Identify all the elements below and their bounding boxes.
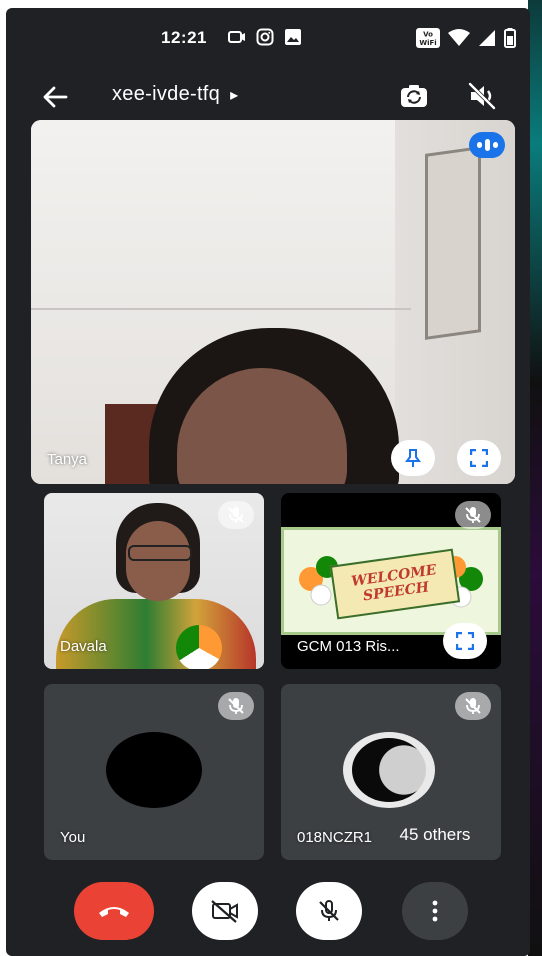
participant-name: Tanya xyxy=(47,451,88,468)
switch-camera-icon[interactable] xyxy=(398,80,430,112)
gallery-icon xyxy=(285,29,301,45)
avatar xyxy=(106,732,202,808)
more-options-button[interactable] xyxy=(402,882,468,940)
fullscreen-icon xyxy=(456,632,474,650)
svg-text:WiFi: WiFi xyxy=(419,39,436,47)
speaker-off-icon[interactable] xyxy=(466,80,498,112)
more-vert-icon xyxy=(432,900,438,922)
rosette-badge xyxy=(176,625,222,669)
meet-screen: 12:21 Vo WiFi xee-ivde-tfq ▸ Tanya Daval… xyxy=(6,8,530,956)
vowifi-icon: VoWiFi xyxy=(416,28,440,48)
call-controls xyxy=(6,876,530,956)
meeting-header: xee-ivde-tfq ▸ xyxy=(6,68,530,124)
svg-text:Vo: Vo xyxy=(423,31,433,39)
pin-button[interactable] xyxy=(391,440,435,476)
fullscreen-button[interactable] xyxy=(457,440,501,476)
mic-toggle-button[interactable] xyxy=(296,882,362,940)
participant-name: GCM 013 Ris... xyxy=(297,638,400,655)
participant-name: You xyxy=(60,829,86,846)
instagram-icon xyxy=(256,28,274,46)
participant-name: 018NCZR1 xyxy=(297,829,373,846)
mic-off-icon xyxy=(319,900,339,921)
participant-tile[interactable]: WELCOME SPEECH GCM 013 Ris... xyxy=(281,493,501,669)
fullscreen-button[interactable] xyxy=(443,623,487,659)
self-tile[interactable]: You xyxy=(44,684,264,860)
signal-icon xyxy=(479,30,495,46)
back-arrow-icon[interactable] xyxy=(40,82,70,112)
pin-icon xyxy=(405,449,421,467)
status-right-icons: Vo WiFi xyxy=(416,28,516,48)
muted-icon xyxy=(218,501,254,529)
meeting-code: xee-ivde-tfq xyxy=(112,83,221,105)
main-video-tile[interactable]: Tanya xyxy=(31,120,515,484)
status-time: 12:21 xyxy=(161,28,207,47)
muted-icon xyxy=(218,692,254,720)
meeting-code-button[interactable]: xee-ivde-tfq ▸ xyxy=(112,83,238,106)
speaking-indicator-icon xyxy=(469,132,505,158)
others-count-button[interactable]: 45 others xyxy=(378,818,492,852)
screen-record-icon xyxy=(228,31,245,43)
wifi-icon xyxy=(448,29,470,46)
battery-icon xyxy=(504,28,516,48)
muted-icon xyxy=(455,501,491,529)
camera-toggle-button[interactable] xyxy=(192,882,258,940)
participant-tile[interactable]: Davala xyxy=(44,493,264,669)
wall-frame xyxy=(425,146,481,340)
end-call-button[interactable] xyxy=(74,882,154,940)
participant-video xyxy=(149,328,399,484)
chevron-right-icon: ▸ xyxy=(230,86,239,104)
glasses xyxy=(128,545,192,561)
video-wall-line xyxy=(31,308,411,310)
status-left-icons xyxy=(228,28,302,46)
participant-saree xyxy=(56,599,256,669)
status-bar: 12:21 Vo WiFi xyxy=(6,8,530,68)
avatar-moon xyxy=(352,738,426,802)
avatar xyxy=(343,732,435,808)
participant-name: Davala xyxy=(60,638,107,655)
camera-off-icon xyxy=(211,900,238,923)
muted-icon xyxy=(455,692,491,720)
hang-up-icon xyxy=(99,907,129,917)
participant-face xyxy=(126,521,190,601)
fullscreen-icon xyxy=(470,449,488,467)
background-decoration xyxy=(528,0,542,956)
